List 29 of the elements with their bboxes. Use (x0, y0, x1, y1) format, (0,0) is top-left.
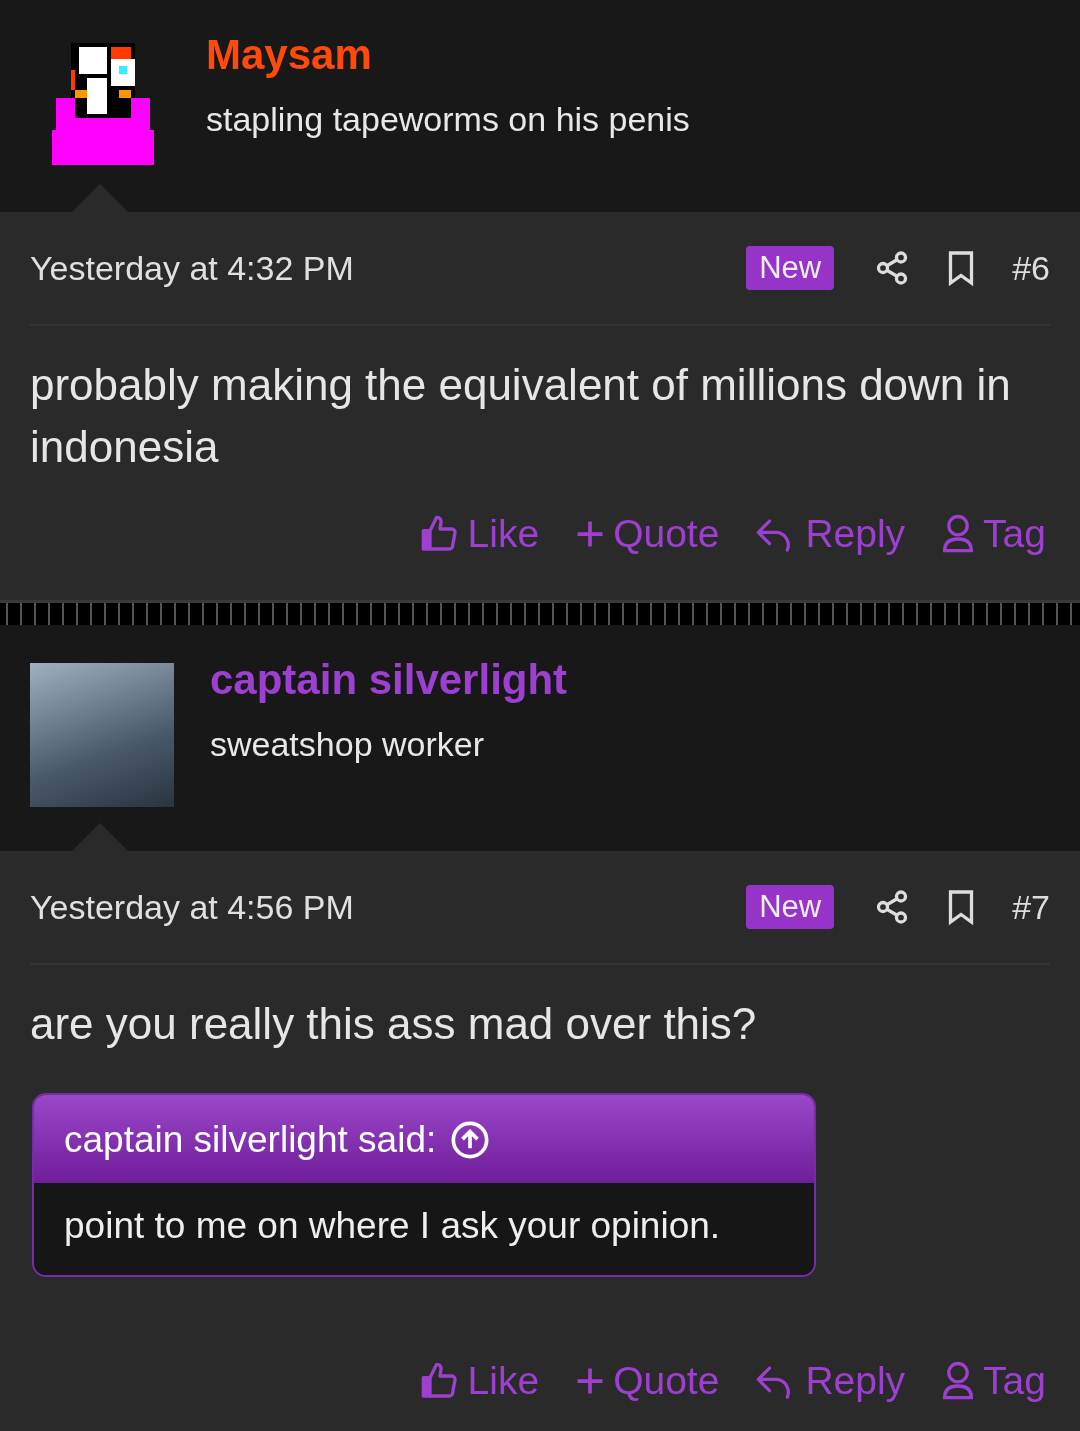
new-badge: New (746, 885, 835, 929)
post-text: probably making the equivalent of millions down in indonesia (30, 359, 1012, 473)
action-button[interactable]: Like (419, 1359, 540, 1403)
action-button[interactable]: Reply (755, 1359, 906, 1403)
quote-author: captain silverlight said: (64, 1119, 437, 1161)
username[interactable]: Maysam (206, 30, 690, 80)
action-button[interactable]: Like (419, 512, 540, 556)
action-button[interactable]: Quote (575, 512, 720, 556)
action-button[interactable]: Tag (941, 512, 1046, 556)
user-icon (941, 1361, 976, 1401)
plus-icon (575, 1366, 606, 1396)
new-badge: New (746, 246, 835, 290)
action-button[interactable]: Quote (575, 1359, 720, 1403)
post-number[interactable]: #6 (1012, 248, 1050, 288)
post-date[interactable]: Yesterday at 4:32 PM (30, 248, 747, 288)
arrow-up-circle-icon[interactable] (450, 1120, 491, 1160)
user-icon (941, 514, 976, 554)
user-title: stapling tapeworms on his penis (206, 100, 690, 139)
plus-icon (575, 519, 606, 549)
username[interactable]: captain silverlight (210, 655, 568, 705)
thumbs-up-icon (419, 1361, 460, 1401)
quote-text: point to me on where I ask your opinion. (34, 1183, 814, 1275)
post-date[interactable]: Yesterday at 4:56 PM (30, 887, 747, 927)
thumbs-up-icon (419, 514, 460, 554)
action-button[interactable]: Tag (941, 1359, 1046, 1403)
post-number[interactable]: #7 (1012, 887, 1050, 927)
post-text: are you really this ass mad over this? (30, 998, 758, 1050)
action-button[interactable]: Reply (755, 512, 906, 556)
user-title: sweatshop worker (210, 725, 485, 764)
